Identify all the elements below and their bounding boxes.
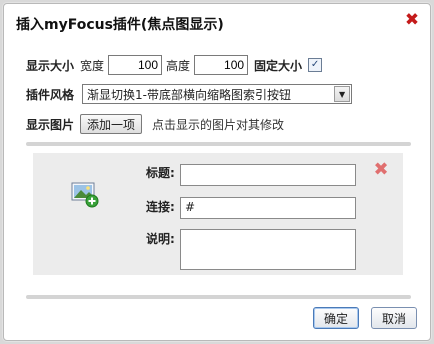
separator-bottom — [26, 295, 411, 299]
image-item-panel: 标题: ✖ 连接: # 说明: — [33, 153, 403, 275]
item-title-label: 标题: — [146, 166, 175, 180]
style-row: 插件风格 渐显切换1-带底部横向缩略图索引按钮 ▼ — [26, 82, 353, 106]
insert-myfocus-dialog: 插入myFocus插件(焦点图显示) ✖ 显示大小 宽度 高度 固定大小 ✓ 插… — [3, 3, 431, 341]
height-input[interactable] — [194, 55, 249, 75]
style-select[interactable]: 渐显切换1-带底部横向缩略图索引按钮 ▼ — [82, 84, 353, 104]
ok-button[interactable]: 确定 — [313, 307, 359, 329]
close-icon[interactable]: ✖ — [404, 12, 420, 29]
style-select-value: 渐显切换1-带底部横向缩略图索引按钮 — [87, 87, 291, 102]
images-label: 显示图片 — [26, 117, 75, 132]
item-desc-textarea[interactable] — [180, 229, 356, 270]
size-label: 显示大小 — [26, 58, 75, 73]
cancel-button[interactable]: 取消 — [371, 307, 417, 329]
width-input[interactable] — [108, 55, 163, 75]
fixed-size-checkbox[interactable]: ✓ — [308, 58, 323, 72]
size-row: 显示大小 宽度 高度 固定大小 ✓ — [26, 53, 323, 77]
item-title-input[interactable] — [180, 164, 356, 186]
separator-top — [26, 142, 411, 146]
fixed-size-label: 固定大小 — [254, 58, 303, 73]
add-item-button[interactable]: 添加一项 — [80, 114, 143, 134]
images-row: 显示图片 添加一项 点击显示的图片对其修改 — [26, 112, 284, 136]
dialog-titlebar: 插入myFocus插件(焦点图显示) ✖ — [4, 4, 430, 40]
item-link-input[interactable]: # — [180, 197, 356, 219]
height-label: 高度 — [166, 58, 191, 73]
chevron-down-icon[interactable]: ▼ — [334, 86, 351, 102]
width-label: 宽度 — [80, 58, 105, 73]
add-picture-icon[interactable] — [71, 182, 99, 208]
item-link-label: 连接: — [146, 200, 175, 214]
images-hint: 点击显示的图片对其修改 — [152, 117, 285, 132]
item-desc-label: 说明: — [146, 232, 175, 246]
style-label: 插件风格 — [26, 87, 75, 102]
delete-item-icon[interactable]: ✖ — [373, 161, 389, 179]
dialog-title: 插入myFocus插件(焦点图显示) — [16, 17, 224, 33]
